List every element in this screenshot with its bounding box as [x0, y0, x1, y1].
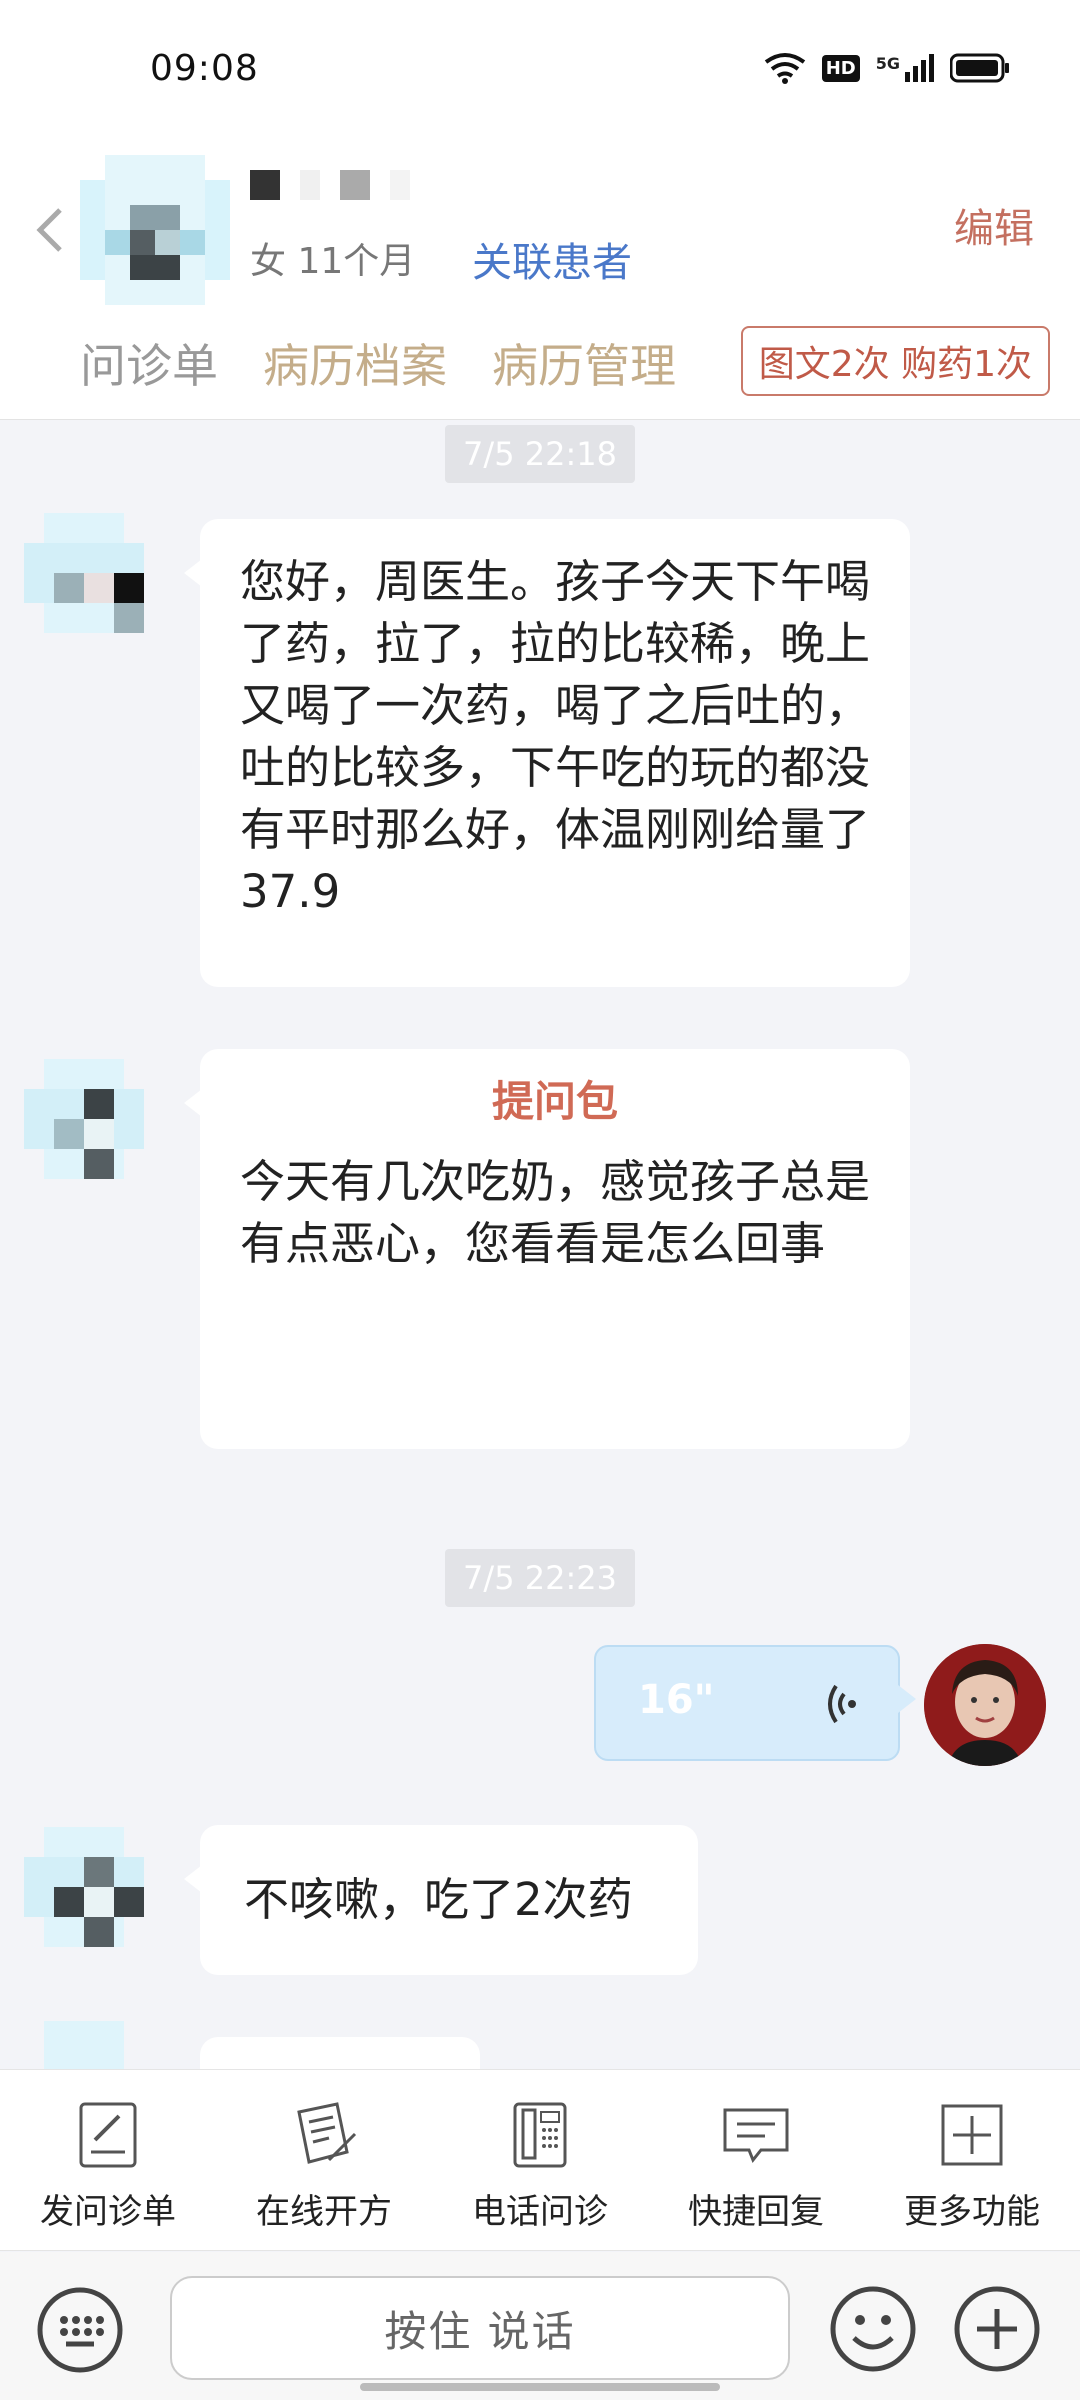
question-pack-bubble[interactable]: 提问包 今天有几次吃奶，感觉孩子总是有点恶心，您看看是怎么回事: [184, 1049, 910, 1449]
online-prescription-button[interactable]: 在线开方: [234, 2100, 414, 2233]
visit-count-badge[interactable]: 图文2次 购药1次: [740, 326, 1050, 396]
link-patient-button[interactable]: 关联患者: [472, 230, 632, 288]
keyboard-icon[interactable]: [36, 2286, 124, 2374]
timestamp: 7/5 22:23: [445, 1549, 635, 1607]
add-icon[interactable]: [952, 2284, 1042, 2374]
message-text: 不咳嗽，吃了2次药: [244, 1873, 633, 1926]
back-arrow-icon[interactable]: [30, 200, 70, 260]
message-bubble[interactable]: 不咳嗽，吃了2次药: [184, 1825, 698, 1975]
plus-square-icon: [941, 2104, 1003, 2166]
doctor-avatar[interactable]: [924, 1644, 1046, 1766]
patient-meta: 女 11个月: [250, 241, 416, 282]
phone-consult-button[interactable]: 电话问诊: [450, 2100, 630, 2233]
message-bubble[interactable]: [200, 2037, 480, 2069]
patient-name-blurred: [250, 170, 410, 200]
message-text: 今天有几次吃奶，感觉孩子总是有点恶心，您看看是怎么回事: [240, 1155, 871, 1270]
hold-to-talk-button[interactable]: 按住 说话: [170, 2276, 790, 2380]
tab-consult-form[interactable]: 问诊单: [80, 330, 218, 396]
tool-label: 快捷回复: [688, 2192, 824, 2232]
network-label: 5G: [875, 54, 900, 73]
edit-button[interactable]: 编辑: [954, 196, 1034, 254]
patient-avatar-small[interactable]: [24, 1059, 144, 1179]
tool-label: 在线开方: [256, 2192, 392, 2232]
voice-duration: 16": [638, 1677, 715, 1723]
send-consult-form-button[interactable]: 发问诊单: [18, 2100, 198, 2233]
patient-avatar-small[interactable]: [24, 513, 144, 633]
voice-wave-icon: [828, 1684, 856, 1724]
patient-avatar-small[interactable]: [24, 2021, 144, 2069]
emoji-icon[interactable]: [828, 2284, 918, 2374]
action-toolbar: 发问诊单 在线开方 电话问诊 快捷回复 更多功能: [0, 2069, 1080, 2251]
patient-avatar[interactable]: [80, 155, 230, 305]
patient-avatar-small[interactable]: [24, 1827, 144, 1947]
tool-label: 发问诊单: [40, 2192, 176, 2232]
message-icon: [723, 2108, 789, 2163]
home-indicator[interactable]: [360, 2383, 720, 2391]
wifi-icon: [764, 53, 805, 84]
message-bubble[interactable]: 您好，周医生。孩子今天下午喝了药，拉了，拉的比较稀，晚上又喝了一次药，喝了之后吐…: [184, 519, 910, 987]
question-pack-title: 提问包: [491, 1077, 618, 1126]
tool-label: 更多功能: [904, 2192, 1040, 2232]
input-bar: 按住 说话: [0, 2252, 1080, 2400]
tab-records-management[interactable]: 病历管理: [492, 330, 676, 396]
tab-medical-records[interactable]: 病历档案: [263, 330, 447, 396]
timestamp: 7/5 22:18: [445, 425, 635, 483]
prescription-icon: [297, 2102, 357, 2164]
status-time: 09:08: [150, 48, 259, 89]
more-functions-button[interactable]: 更多功能: [882, 2100, 1062, 2233]
form-edit-icon: [79, 2102, 137, 2168]
phone-icon: [513, 2102, 567, 2168]
signal-5g-icon: 5G: [876, 54, 934, 82]
voice-message-bubble[interactable]: 16": [594, 1645, 916, 1761]
battery-icon: [950, 53, 1009, 83]
chat-header: 女 11个月 关联患者 编辑 问诊单 病历档案 病历管理 图文2次 购药1次: [0, 140, 1080, 420]
tool-label: 电话问诊: [472, 2192, 608, 2232]
status-icons: HD 5G: [764, 52, 1010, 84]
header-tabs: 问诊单 病历档案 病历管理: [80, 330, 676, 396]
status-bar: 09:08 HD 5G: [0, 0, 1080, 140]
quick-reply-button[interactable]: 快捷回复: [666, 2100, 846, 2233]
hd-icon: HD: [821, 54, 860, 82]
chat-messages[interactable]: 7/5 22:18 您好，周医生。孩子今天下午喝了药，拉了，拉的比较稀，晚上又喝…: [0, 421, 1080, 2069]
message-text: 您好，周医生。孩子今天下午喝了药，拉了，拉的比较稀，晚上又喝了一次药，喝了之后吐…: [240, 555, 871, 918]
